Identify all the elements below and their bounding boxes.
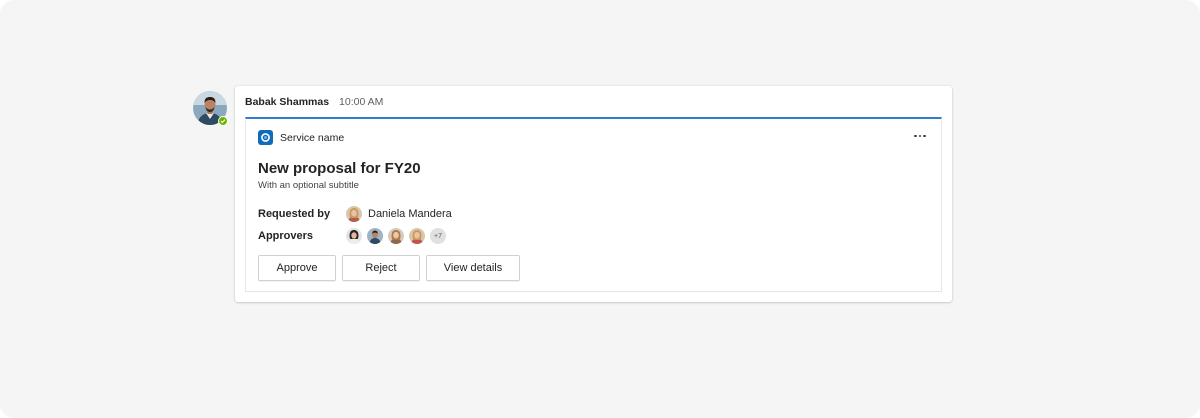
approver-avatar[interactable] (367, 228, 383, 244)
approvers-overflow-badge[interactable]: +7 (430, 228, 446, 244)
message-header: Babak Shammas 10:00 AM (245, 96, 383, 108)
approver-avatar[interactable] (346, 228, 362, 244)
approval-card: Service name New proposal for FY20 With … (245, 117, 942, 292)
service-header: Service name (258, 130, 344, 145)
approver-avatar[interactable] (409, 228, 425, 244)
requester[interactable]: Daniela Mandera (346, 206, 452, 222)
requester-avatar (346, 206, 362, 222)
approvers-label: Approvers (258, 230, 314, 242)
approvers-list: +7 (346, 228, 446, 244)
service-ring-icon (258, 130, 273, 145)
author-avatar[interactable] (193, 91, 228, 126)
presence-available-icon (218, 116, 228, 126)
fact-set: Requested by Daniela Mandera Approvers +… (258, 203, 452, 247)
requester-name: Daniela Mandera (368, 208, 452, 220)
chat-canvas: Babak Shammas 10:00 AM Service name New … (0, 0, 1200, 418)
chat-message: Babak Shammas 10:00 AM Service name New … (235, 86, 952, 302)
requested-by-label: Requested by (258, 208, 331, 220)
service-name: Service name (280, 131, 345, 144)
approver-avatar[interactable] (388, 228, 404, 244)
message-timestamp: 10:00 AM (339, 96, 384, 108)
fact-approvers: Approvers +7 (258, 225, 452, 247)
view-details-button[interactable]: View details (426, 255, 520, 281)
card-subtitle: With an optional subtitle (258, 180, 359, 191)
action-set: Approve Reject View details (258, 255, 526, 281)
card-title: New proposal for FY20 (258, 160, 421, 177)
more-options-icon[interactable] (911, 129, 929, 143)
reject-button[interactable]: Reject (342, 255, 420, 281)
message-author[interactable]: Babak Shammas (245, 96, 329, 108)
approve-button[interactable]: Approve (258, 255, 336, 281)
fact-requested-by: Requested by Daniela Mandera (258, 203, 452, 225)
